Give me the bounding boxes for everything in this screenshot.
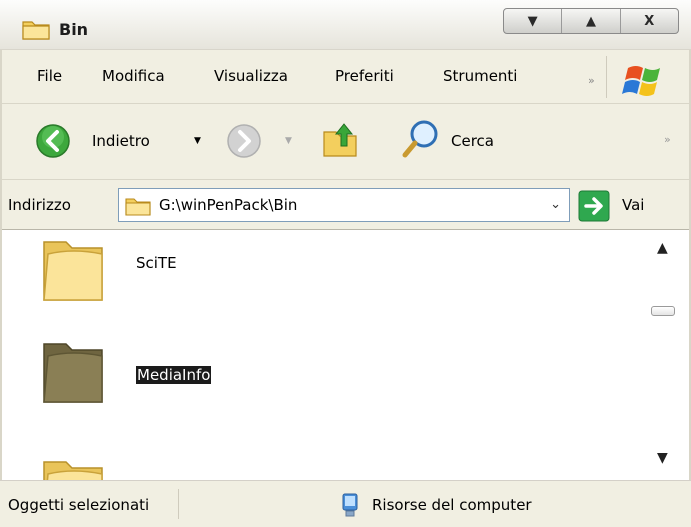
windows-logo-icon <box>622 66 660 96</box>
menu-strumenti[interactable]: Strumenti <box>443 67 517 85</box>
go-button-label[interactable]: Vai <box>622 196 644 214</box>
folder-icon <box>43 343 103 403</box>
scroll-up-icon[interactable]: ▲ <box>657 240 668 256</box>
file-name: MediaInfo <box>136 366 212 384</box>
folder-icon <box>43 461 103 480</box>
address-bar: Indirizzo G:\winPenPack\Bin ⌄ Vai <box>0 180 691 230</box>
chevron-down-icon[interactable]: ⌄ <box>550 197 561 212</box>
folder-icon <box>43 241 103 301</box>
file-list: SciTE MediaInfo ▲ ▼ <box>16 230 676 480</box>
menu-overflow-icon[interactable]: » <box>588 74 595 87</box>
forward-dropdown-icon[interactable]: ▼ <box>285 136 292 146</box>
maximize-icon: ▲ <box>585 13 596 29</box>
scroll-down-icon[interactable]: ▼ <box>657 450 668 466</box>
back-button-label[interactable]: Indietro <box>92 132 150 150</box>
status-separator <box>178 489 179 519</box>
vertical-scrollbar[interactable]: ▲ ▼ <box>651 230 676 480</box>
back-arrow-icon[interactable] <box>35 123 71 159</box>
close-icon: X <box>644 13 655 29</box>
minimize-button[interactable]: ▼ <box>504 9 563 33</box>
scroll-thumb[interactable] <box>651 306 675 316</box>
minimize-icon: ▼ <box>527 13 538 29</box>
menu-file[interactable]: File <box>37 67 62 85</box>
maximize-button[interactable]: ▲ <box>562 9 621 33</box>
list-item[interactable] <box>16 452 616 480</box>
go-arrow-icon[interactable] <box>578 190 610 222</box>
folder-icon <box>22 21 50 40</box>
search-button-label[interactable]: Cerca <box>451 132 494 150</box>
status-bar: Oggetti selezionati Risorse del computer <box>0 480 691 527</box>
status-location-text: Risorse del computer <box>372 496 532 514</box>
menu-separator <box>606 56 607 98</box>
menu-modifica[interactable]: Modifica <box>102 67 165 85</box>
back-dropdown-icon[interactable]: ▼ <box>194 136 201 146</box>
computer-icon <box>342 493 358 517</box>
menu-preferiti[interactable]: Preferiti <box>335 67 394 85</box>
address-input[interactable]: G:\winPenPack\Bin ⌄ <box>118 188 570 222</box>
window-border-left <box>0 50 2 480</box>
toolbar-overflow-icon[interactable]: » <box>664 133 671 146</box>
title-bar[interactable]: Bin ▼ ▲ X <box>0 0 691 50</box>
folder-icon <box>125 198 151 216</box>
menu-bar: File Modifica Visualizza Preferiti Strum… <box>0 50 691 104</box>
forward-arrow-icon[interactable] <box>226 123 262 159</box>
list-item[interactable]: SciTE <box>16 232 616 332</box>
up-folder-icon[interactable] <box>318 118 362 162</box>
close-button[interactable]: X <box>621 9 678 33</box>
list-item-selected[interactable]: MediaInfo <box>16 334 616 434</box>
search-icon[interactable] <box>398 116 444 162</box>
address-value: G:\winPenPack\Bin <box>159 196 298 214</box>
window-controls: ▼ ▲ X <box>503 8 679 34</box>
status-selection-text: Oggetti selezionati <box>8 496 150 514</box>
file-name: SciTE <box>136 254 177 272</box>
menu-visualizza[interactable]: Visualizza <box>214 67 288 85</box>
window-title: Bin <box>59 20 89 39</box>
toolbar: Indietro ▼ ▼ Cerca » <box>0 104 691 180</box>
address-label: Indirizzo <box>8 196 71 214</box>
